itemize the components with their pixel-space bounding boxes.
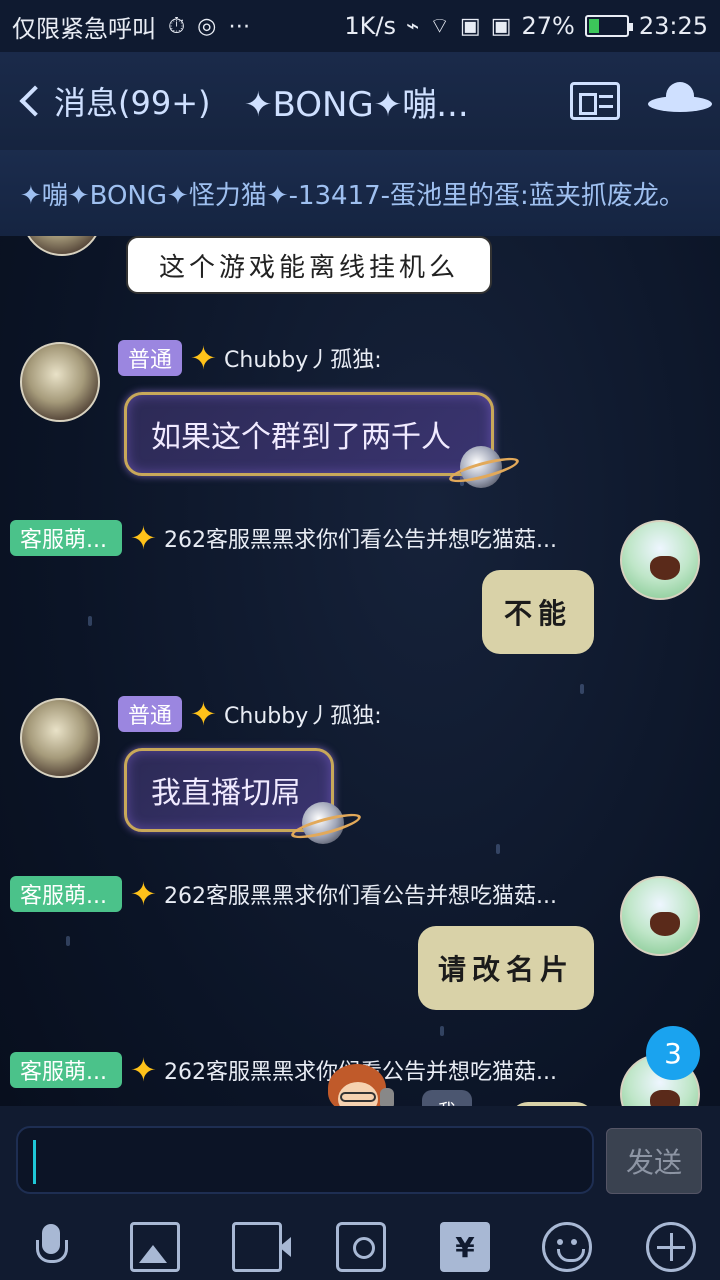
status-bar: 仅限紧急呼叫 ⏱ ◎ ⋯ 1K/s ⌁ ⌔ ▣ ▣ 27% 23:25	[0, 0, 720, 52]
background-star	[440, 1026, 444, 1036]
message-text: 我直播切屌	[151, 776, 301, 811]
message-text: 请改名片	[437, 953, 574, 986]
emergency-call-text: 仅限紧急呼叫	[12, 14, 156, 43]
planet-decoration-icon	[460, 446, 502, 488]
message-input[interactable]	[16, 1126, 594, 1194]
title-bar: 消息(99+) ✦BONG✦嘣...	[0, 52, 720, 150]
sim1-icon: ▣	[459, 13, 481, 39]
back-arrow-icon	[19, 85, 51, 117]
text-cursor	[33, 1140, 36, 1184]
video-icon[interactable]	[232, 1222, 291, 1272]
input-area: 发送 ¥	[0, 1106, 720, 1280]
diamond-icon	[190, 339, 217, 377]
battery-icon	[584, 15, 633, 37]
background-star	[496, 844, 500, 854]
sender-line: 客服萌... 262客服黑黑求你们看公告并想吃猫菇...	[10, 1051, 557, 1089]
sender-avatar[interactable]	[20, 698, 100, 778]
planet-decoration-icon	[302, 802, 344, 844]
wifi-icon: ⌔	[429, 14, 450, 39]
background-star	[88, 616, 92, 626]
diamond-icon	[130, 519, 157, 557]
back-label: 消息(99+)	[54, 84, 211, 122]
sender-avatar[interactable]	[620, 520, 700, 600]
message-bubble[interactable]: 不能	[482, 570, 594, 654]
battery-percent: 27%	[521, 12, 575, 40]
nfc-icon: ◎	[197, 13, 217, 39]
diamond-icon	[130, 875, 157, 913]
message-bubble[interactable]: 如果这个群到了两千人	[124, 392, 494, 476]
background-star	[66, 936, 70, 946]
chat-title[interactable]: ✦BONG✦嘣...	[244, 77, 469, 126]
plus-icon[interactable]	[646, 1222, 696, 1272]
sender-line: 普通 Chubby丿孤独:	[118, 695, 382, 733]
group-notice-bar[interactable]: ✦嘣✦BONG✦怪力猫✦-13417-蛋池里的蛋:蓝夹抓废龙。	[0, 150, 720, 236]
notice-text: ✦嘣✦BONG✦怪力猫✦-13417-蛋池里的蛋:蓝夹抓废龙。	[20, 180, 685, 211]
message-text: 不能	[503, 597, 572, 630]
message-bubble[interactable]: 这个游戏能离线挂机么	[126, 236, 492, 294]
battery-fill	[588, 19, 599, 33]
sender-avatar[interactable]	[22, 236, 102, 256]
sender-name[interactable]: 262客服黑黑求你们看公告并想吃猫菇...	[164, 878, 557, 910]
unread-count-badge[interactable]: 3	[646, 1026, 700, 1080]
message-text: 如果这个群到了两千人	[151, 420, 451, 455]
camera-icon[interactable]	[336, 1222, 386, 1272]
sim2-icon: ▣	[490, 13, 512, 39]
net-speed: 1K/s	[344, 12, 396, 40]
member-level-badge: 普通	[118, 340, 183, 376]
sender-line: 客服萌... 262客服黑黑求你们看公告并想吃猫菇...	[10, 519, 557, 557]
mic-icon[interactable]	[26, 1222, 76, 1272]
profile-card-icon[interactable]	[570, 82, 620, 120]
service-badge: 客服萌...	[10, 520, 122, 556]
red-packet-icon[interactable]: ¥	[440, 1222, 490, 1272]
background-star	[580, 684, 584, 694]
more-notifications-icon: ⋯	[228, 13, 251, 39]
sender-line: 客服萌... 262客服黑黑求你们看公告并想吃猫菇...	[10, 875, 557, 913]
sender-name[interactable]: Chubby丿孤独:	[224, 342, 382, 374]
input-toolbar: ¥	[0, 1214, 720, 1280]
vibrate-icon: ⌁	[405, 13, 420, 39]
clock: 23:25	[638, 12, 708, 40]
ufo-icon[interactable]	[648, 82, 712, 120]
emoji-icon[interactable]	[542, 1222, 592, 1272]
image-icon[interactable]	[130, 1222, 180, 1272]
sender-name[interactable]: Chubby丿孤独:	[224, 698, 382, 730]
diamond-icon	[130, 1051, 157, 1089]
member-level-badge: 普通	[118, 696, 183, 732]
alarm-icon: ⏱	[168, 13, 186, 39]
send-button[interactable]: 发送	[606, 1128, 702, 1194]
sender-name[interactable]: 262客服黑黑求你们看公告并想吃猫菇...	[164, 522, 557, 554]
service-badge: 客服萌...	[10, 876, 122, 912]
sender-avatar[interactable]	[620, 876, 700, 956]
sender-line: 普通 Chubby丿孤独:	[118, 339, 382, 377]
ufo-body	[648, 96, 712, 112]
service-badge: 客服萌...	[10, 1052, 122, 1088]
message-list[interactable]: 这个游戏能离线挂机么 普通 Chubby丿孤独: 如果这个群到了两千人 客服萌.…	[0, 236, 720, 1106]
message-bubble[interactable]: 请改名片	[418, 926, 594, 1010]
back-button[interactable]: 消息(99+)	[18, 78, 211, 124]
sender-avatar[interactable]	[20, 342, 100, 422]
diamond-icon	[190, 695, 217, 733]
mascot-glasses	[340, 1092, 376, 1102]
